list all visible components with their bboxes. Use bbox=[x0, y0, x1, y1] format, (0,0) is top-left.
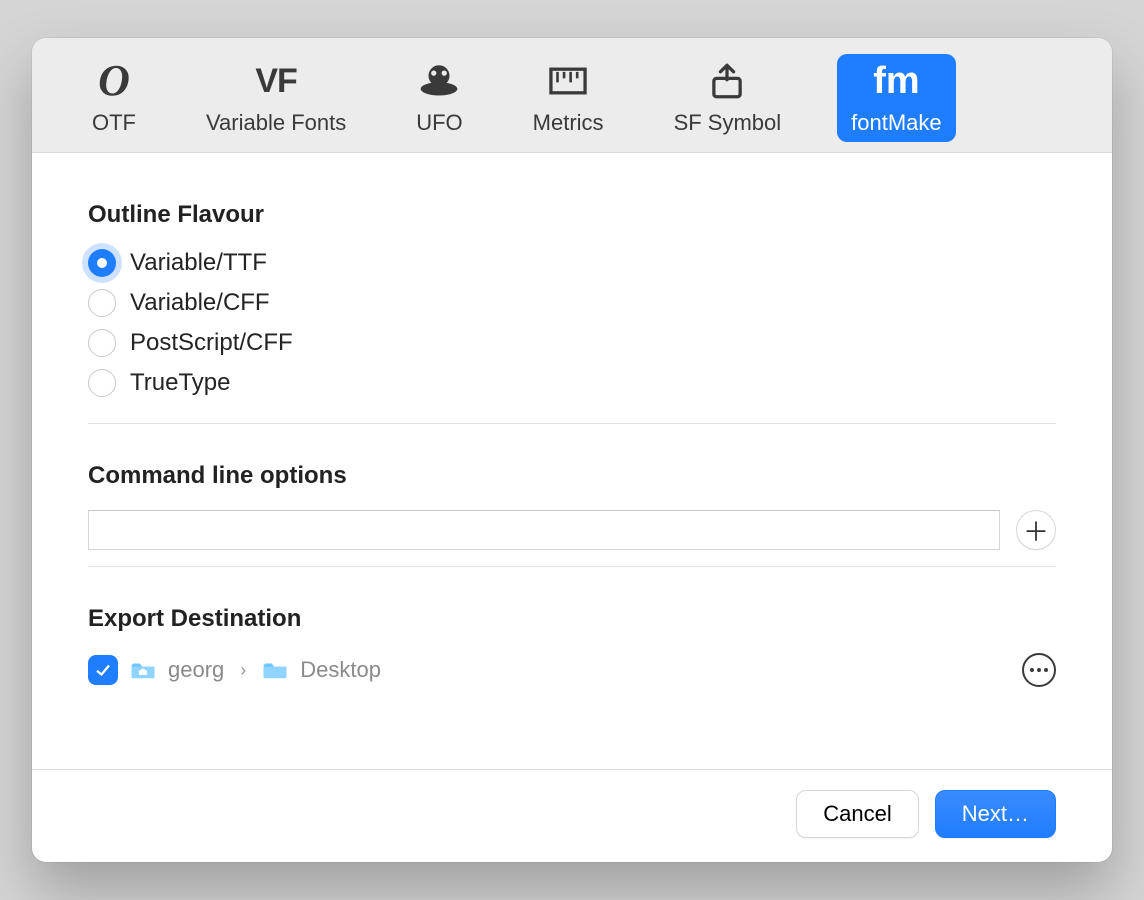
divider bbox=[88, 423, 1056, 424]
tab-label: Metrics bbox=[533, 110, 604, 136]
command-line-title: Command line options bbox=[88, 462, 1056, 490]
radio-label: PostScript/CFF bbox=[130, 329, 293, 357]
add-option-button[interactable]: ＋ bbox=[1016, 510, 1056, 550]
tab-label: fontMake bbox=[851, 110, 942, 136]
tab-label: OTF bbox=[92, 110, 136, 136]
plus-icon: ＋ bbox=[1023, 512, 1049, 549]
radio-label: Variable/TTF bbox=[130, 249, 267, 277]
export-destination-row: georg › Desktop bbox=[88, 653, 1056, 687]
radio-indicator bbox=[88, 369, 116, 397]
folder-icon bbox=[262, 659, 288, 681]
tab-fontmake[interactable]: fm fontMake bbox=[837, 54, 956, 142]
sf-symbol-icon bbox=[706, 60, 748, 102]
radio-label: Variable/CFF bbox=[130, 289, 270, 317]
chevron-right-icon: › bbox=[240, 660, 246, 681]
command-line-input[interactable] bbox=[88, 510, 1000, 550]
tab-label: UFO bbox=[416, 110, 462, 136]
tab-ufo[interactable]: UFO bbox=[402, 54, 476, 142]
radio-variable-ttf[interactable]: Variable/TTF bbox=[88, 249, 1056, 277]
tab-sf-symbol[interactable]: SF Symbol bbox=[660, 54, 796, 142]
export-dialog: O OTF VF Variable Fonts UFO Metrics bbox=[32, 38, 1112, 862]
cancel-button[interactable]: Cancel bbox=[796, 790, 918, 838]
path-segment[interactable]: Desktop bbox=[300, 657, 381, 683]
folder-home-icon bbox=[130, 659, 156, 681]
metrics-icon bbox=[547, 60, 589, 102]
radio-truetype[interactable]: TrueType bbox=[88, 369, 1056, 397]
radio-indicator bbox=[88, 289, 116, 317]
export-destination-title: Export Destination bbox=[88, 605, 1056, 633]
outline-flavour-title: Outline Flavour bbox=[88, 201, 1056, 229]
divider bbox=[88, 566, 1056, 567]
radio-postscript-cff[interactable]: PostScript/CFF bbox=[88, 329, 1056, 357]
export-destination-checkbox[interactable] bbox=[88, 655, 118, 685]
radio-label: TrueType bbox=[130, 369, 231, 397]
dialog-footer: Cancel Next… bbox=[32, 769, 1112, 862]
next-button[interactable]: Next… bbox=[935, 790, 1056, 838]
radio-indicator bbox=[88, 249, 116, 277]
content-area: Outline Flavour Variable/TTF Variable/CF… bbox=[32, 153, 1112, 769]
variable-fonts-icon: VF bbox=[255, 60, 297, 102]
tab-variable-fonts[interactable]: VF Variable Fonts bbox=[192, 54, 360, 142]
radio-indicator bbox=[88, 329, 116, 357]
toolbar: O OTF VF Variable Fonts UFO Metrics bbox=[32, 38, 1112, 153]
tab-otf[interactable]: O OTF bbox=[78, 54, 150, 142]
path-segment[interactable]: georg bbox=[168, 657, 224, 683]
tab-label: SF Symbol bbox=[674, 110, 782, 136]
radio-variable-cff[interactable]: Variable/CFF bbox=[88, 289, 1056, 317]
ufo-icon bbox=[418, 60, 460, 102]
export-destination-menu-button[interactable] bbox=[1022, 653, 1056, 687]
tab-label: Variable Fonts bbox=[206, 110, 346, 136]
otf-icon: O bbox=[93, 60, 135, 102]
fontmake-icon: fm bbox=[875, 60, 917, 102]
tab-metrics[interactable]: Metrics bbox=[519, 54, 618, 142]
checkmark-icon bbox=[94, 661, 112, 679]
